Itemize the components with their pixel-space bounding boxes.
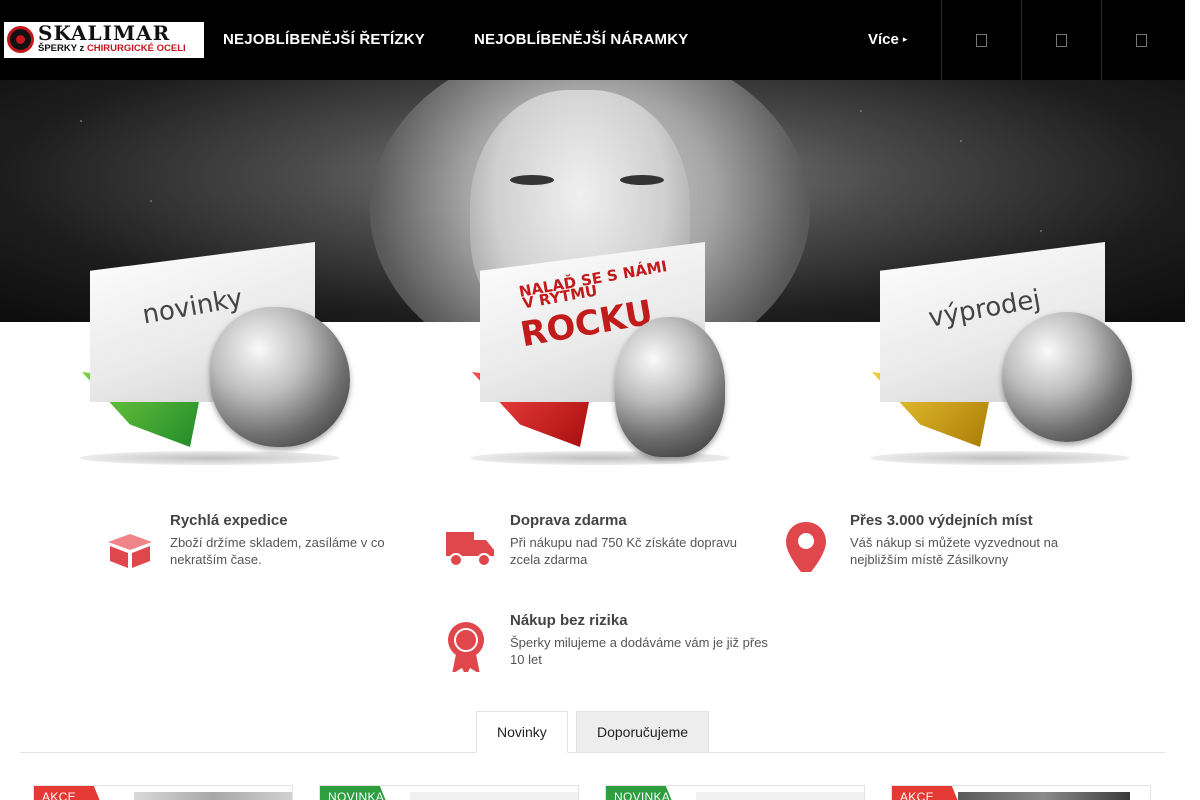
caret-right-icon: ▸ (902, 34, 908, 44)
banner-vyprodej[interactable]: výprodej (860, 222, 1160, 467)
banner-shadow (870, 451, 1130, 465)
feature-title: Přes 3.000 výdejních míst (850, 512, 1033, 529)
site-logo[interactable]: SKALIMAR ŠPERKY z CHIRURGICKÉ OCELI (4, 22, 204, 58)
skull-pendant-image (615, 317, 725, 457)
logo-tagline-highlight: CHIRURGICKÉ OCELI (86, 43, 186, 54)
feature-free-shipping: Doprava zdarma Při nákupu nad 750 Kč zís… (444, 512, 764, 582)
new-flag: NOVINKA (320, 786, 388, 800)
feature-title: Doprava zdarma (510, 512, 627, 529)
nav-link-bracelets[interactable]: NEJOBLÍBENĚJŠÍ NÁRAMKY (474, 30, 688, 50)
tab-doporucujeme[interactable]: Doporučujeme (576, 711, 710, 753)
celtic-medallion-image (1002, 312, 1132, 442)
product-image (696, 792, 864, 800)
cart-button[interactable] (1101, 0, 1181, 80)
pin-icon (786, 522, 826, 572)
top-navigation-bar: SKALIMAR ŠPERKY z CHIRURGICKÉ OCELI NEJO… (0, 0, 1185, 80)
heart-pendant-image (210, 307, 350, 447)
feature-description: Při nákupu nad 750 Kč získáte dopravu zc… (510, 535, 737, 567)
hero-eye-left (510, 175, 554, 185)
nav-more-menu[interactable]: Více ▸ (868, 31, 907, 48)
feature-fast-dispatch: Rychlá expedice Zboží držíme skladem, za… (104, 512, 424, 582)
feature-pickup-points: Přes 3.000 výdejních míst Váš nákup si m… (784, 512, 1104, 582)
banner-rock[interactable]: NALAĎ SE S NÁMI V RYTMU ROCKU (460, 222, 760, 467)
tab-novinky[interactable]: Novinky (476, 711, 568, 753)
new-flag: NOVINKA (606, 786, 674, 800)
feature-description: Zboží držíme skladem, zasíláme v co nekr… (170, 535, 385, 567)
nav-more-label: Více (868, 31, 899, 48)
hero-sparkle (150, 200, 152, 202)
feature-title: Rychlá expedice (170, 512, 288, 529)
product-card[interactable]: NOVINKA (605, 785, 865, 800)
product-image (958, 792, 1130, 800)
banner-novinky[interactable]: novinky (70, 222, 370, 467)
feature-risk-free: Nákup bez rizika Šperky milujeme a dodáv… (444, 612, 768, 682)
hero-eye-right (620, 175, 664, 185)
feature-title: Nákup bez rizika (510, 612, 628, 629)
logo-tagline-prefix: ŠPERKY z (38, 43, 87, 54)
award-icon (448, 622, 484, 672)
feature-description: Šperky milujeme a dodáváme vám je již př… (510, 635, 768, 667)
product-image (134, 792, 292, 800)
search-icon (976, 33, 987, 47)
logo-brand: SKALIMAR (38, 21, 171, 45)
cart-icon (1136, 33, 1147, 47)
product-card[interactable]: NOVINKA (319, 785, 579, 800)
product-image (410, 792, 578, 800)
feature-description: Váš nákup si můžete vyzvednout na nejbli… (850, 535, 1059, 567)
user-icon (1056, 33, 1067, 47)
search-button[interactable] (941, 0, 1021, 80)
nav-link-chains[interactable]: NEJOBLÍBENĚJŠÍ ŘETÍZKY (223, 30, 425, 50)
hero-sparkle (80, 120, 82, 122)
hero-sparkle (860, 110, 862, 112)
product-card[interactable]: AKCE (891, 785, 1151, 800)
product-card[interactable]: AKCE (33, 785, 293, 800)
box-icon (108, 534, 152, 568)
truck-icon (446, 532, 494, 567)
banner-shadow (80, 451, 340, 465)
logo-mark-icon (7, 26, 34, 53)
hero-sparkle (960, 140, 962, 142)
sale-flag: AKCE (34, 786, 102, 800)
sale-flag: AKCE (892, 786, 960, 800)
account-button[interactable] (1021, 0, 1101, 80)
logo-tagline: ŠPERKY z CHIRURGICKÉ OCELI (38, 43, 186, 55)
